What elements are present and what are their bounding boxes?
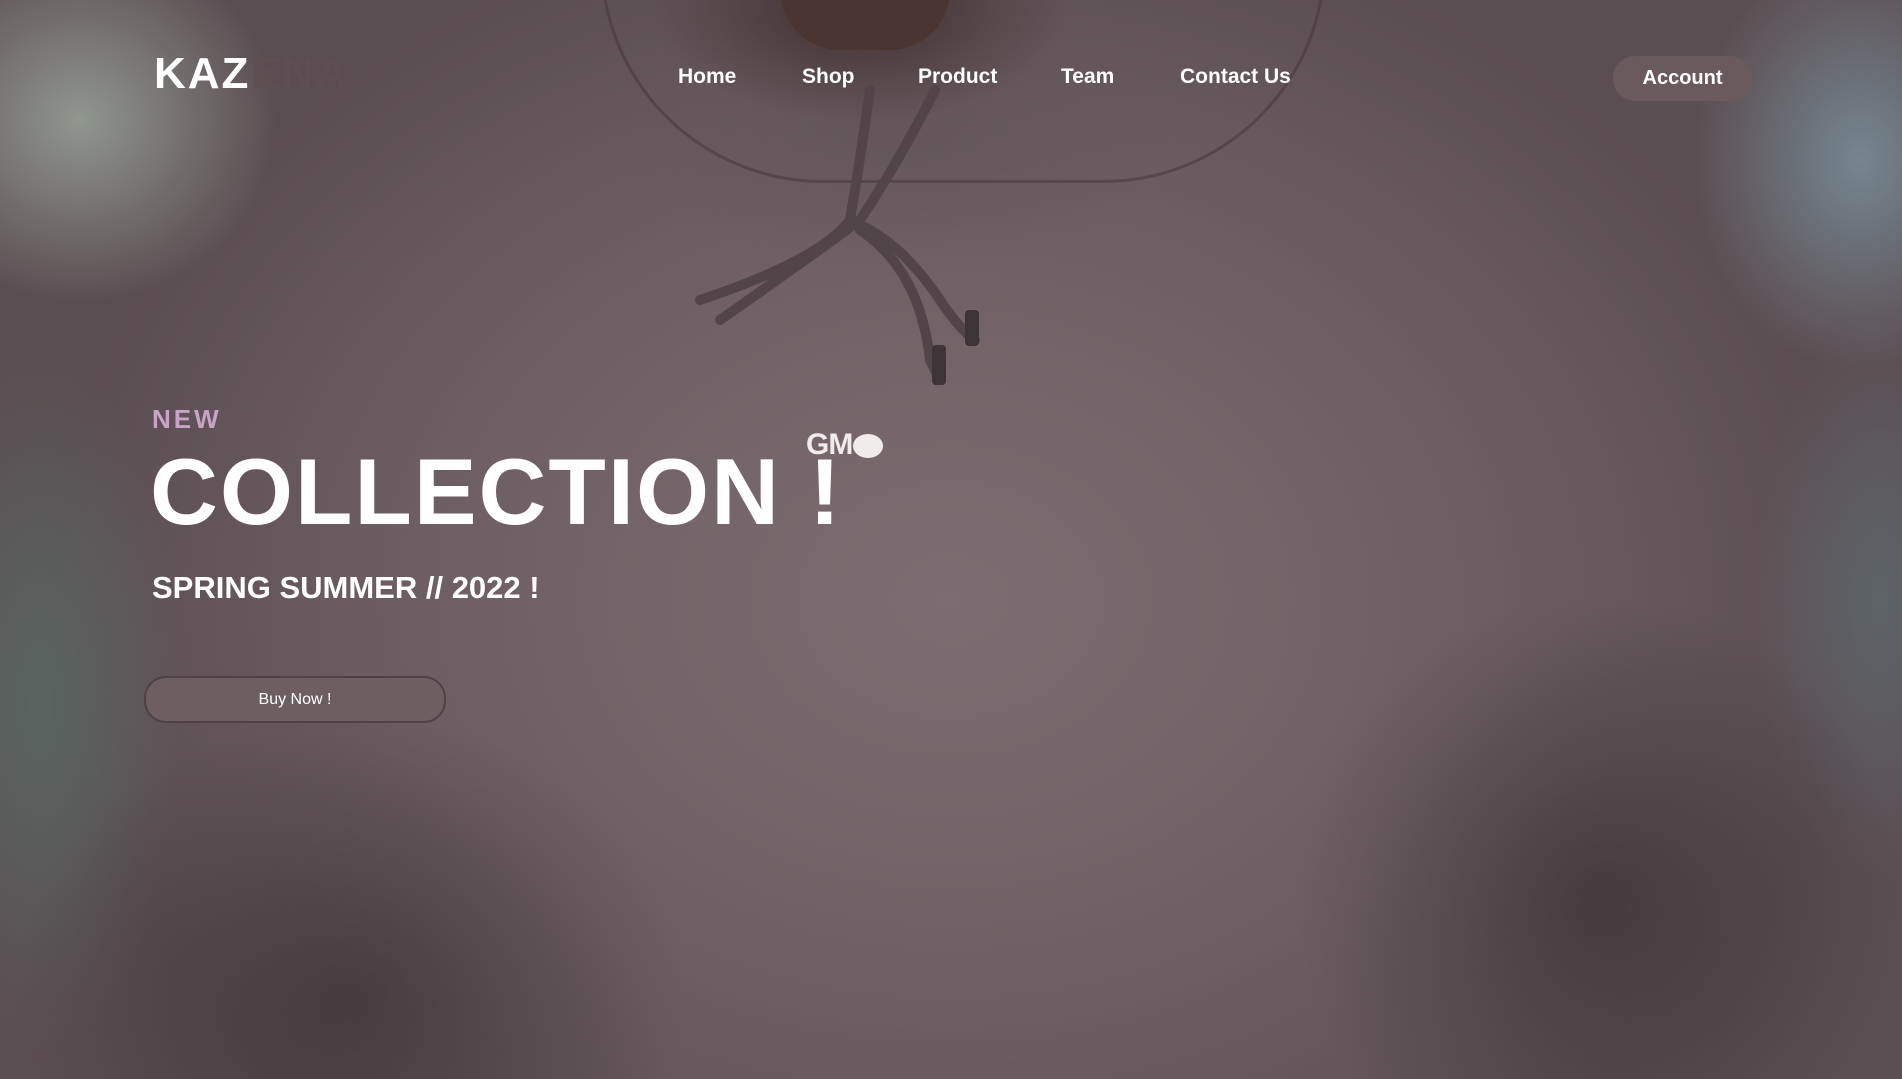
- nav-shop[interactable]: Shop: [802, 64, 855, 90]
- hero-eyebrow: NEW: [152, 404, 222, 434]
- monkey-face-icon: [853, 434, 884, 458]
- hero-headline: COLLECTION !: [150, 439, 843, 544]
- hero-section: GM KAZENA Home Shop Product Team Contact…: [0, 0, 1902, 1079]
- hero-subheadline: SPRING SUMMER // 2022 !: [152, 570, 540, 605]
- nav-team[interactable]: Team: [1061, 64, 1114, 90]
- buy-now-button[interactable]: Buy Now !: [144, 676, 446, 723]
- nav-home[interactable]: Home: [678, 64, 736, 90]
- account-button[interactable]: Account: [1613, 56, 1752, 101]
- nav-contact-us[interactable]: Contact Us: [1180, 64, 1291, 90]
- nav-product[interactable]: Product: [918, 64, 997, 90]
